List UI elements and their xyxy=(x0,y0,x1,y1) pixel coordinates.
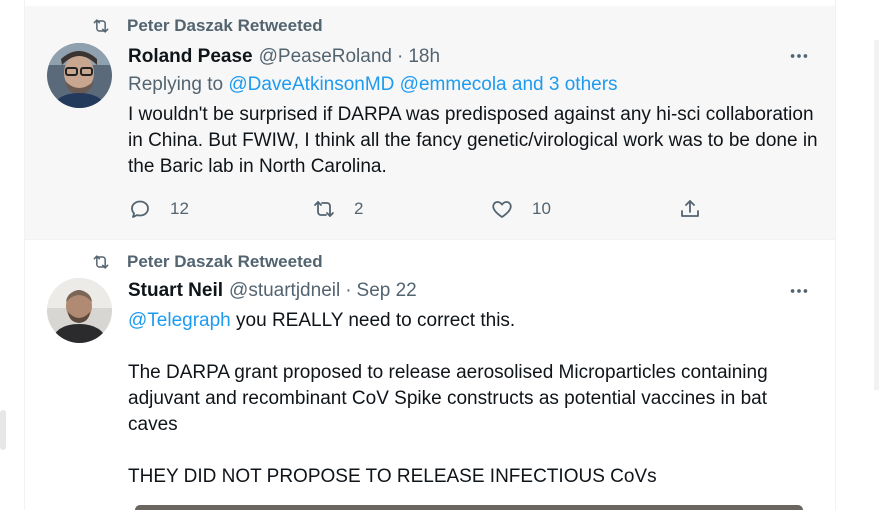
like-count: 10 xyxy=(532,199,551,218)
reply-icon xyxy=(131,200,149,218)
more-button[interactable] xyxy=(787,44,811,68)
like-button[interactable]: 10 xyxy=(490,197,551,221)
tweet-text-line1-rest: you REALLY need to correct this. xyxy=(230,310,516,331)
more-horizontal-icon xyxy=(790,54,808,58)
right-edge-element xyxy=(874,40,879,390)
share-button[interactable] xyxy=(678,197,702,221)
media-preview[interactable] xyxy=(135,505,803,510)
tweet-text: @Telegraph you REALLY need to correct th… xyxy=(128,308,818,490)
retweet-icon xyxy=(91,15,113,37)
timeline: Peter Daszak Retweeted Roland Pease @Pea… xyxy=(24,0,836,510)
tweet-text-para2: The DARPA grant proposed to release aero… xyxy=(128,362,768,435)
share-icon xyxy=(681,200,699,217)
separator-dot: · xyxy=(396,46,404,67)
avatar[interactable] xyxy=(47,278,112,343)
retweet-context[interactable]: Peter Daszak Retweeted xyxy=(91,251,323,273)
display-name[interactable]: Stuart Neil xyxy=(128,280,223,302)
left-edge-element xyxy=(0,410,6,450)
more-button[interactable] xyxy=(787,279,811,303)
tweet-header: Stuart Neil @stuartjdneil · Sep 22 xyxy=(128,278,417,304)
display-name[interactable]: Roland Pease xyxy=(128,46,253,68)
tweet-text-body: I wouldn't be surprised if DARPA was pre… xyxy=(128,104,818,177)
tweet-text: I wouldn't be surprised if DARPA was pre… xyxy=(128,102,818,180)
tweet-text-line1: @Telegraph you REALLY need to correct th… xyxy=(128,308,818,334)
mention-link[interactable]: @Telegraph xyxy=(128,310,231,331)
reply-count: 12 xyxy=(170,199,189,218)
retweet-context[interactable]: Peter Daszak Retweeted xyxy=(91,15,323,37)
tweet-timestamp[interactable]: Sep 22 xyxy=(357,280,417,302)
retweet-button[interactable]: 2 xyxy=(312,197,363,221)
replying-to: Replying to @DaveAtkinsonMD @emmecola an… xyxy=(128,74,618,96)
user-handle[interactable]: @PeaseRoland xyxy=(259,46,392,68)
tweet-stuart-neil[interactable]: Peter Daszak Retweeted Stuart Neil @stua… xyxy=(25,240,835,510)
tweet-timestamp[interactable]: 18h xyxy=(408,46,440,68)
retweet-count: 2 xyxy=(354,199,364,218)
tweet-header: Roland Pease @PeaseRoland · 18h xyxy=(128,44,440,70)
tweet-roland-pease[interactable]: Peter Daszak Retweeted Roland Pease @Pea… xyxy=(25,6,835,239)
replying-to-label: Replying to xyxy=(128,74,224,95)
reply-button[interactable]: 12 xyxy=(128,197,189,221)
separator-dot: · xyxy=(345,280,352,301)
replying-to-users[interactable]: @DaveAtkinsonMD @emmecola xyxy=(228,74,506,95)
retweeted-by-label: Peter Daszak Retweeted xyxy=(127,16,323,35)
retweet-icon xyxy=(91,251,113,273)
user-handle[interactable]: @stuartjdneil xyxy=(229,280,340,302)
heart-icon xyxy=(492,201,512,218)
more-horizontal-icon xyxy=(790,289,808,293)
replying-to-others[interactable]: and 3 others xyxy=(512,74,618,95)
avatar[interactable] xyxy=(47,43,112,108)
tweet-text-para3: THEY DID NOT PROPOSE TO RELEASE INFECTIO… xyxy=(128,466,657,487)
tweet-actions: 12 2 10 xyxy=(128,197,728,221)
retweeted-by-label: Peter Daszak Retweeted xyxy=(127,252,323,271)
retweet-icon xyxy=(314,201,334,217)
